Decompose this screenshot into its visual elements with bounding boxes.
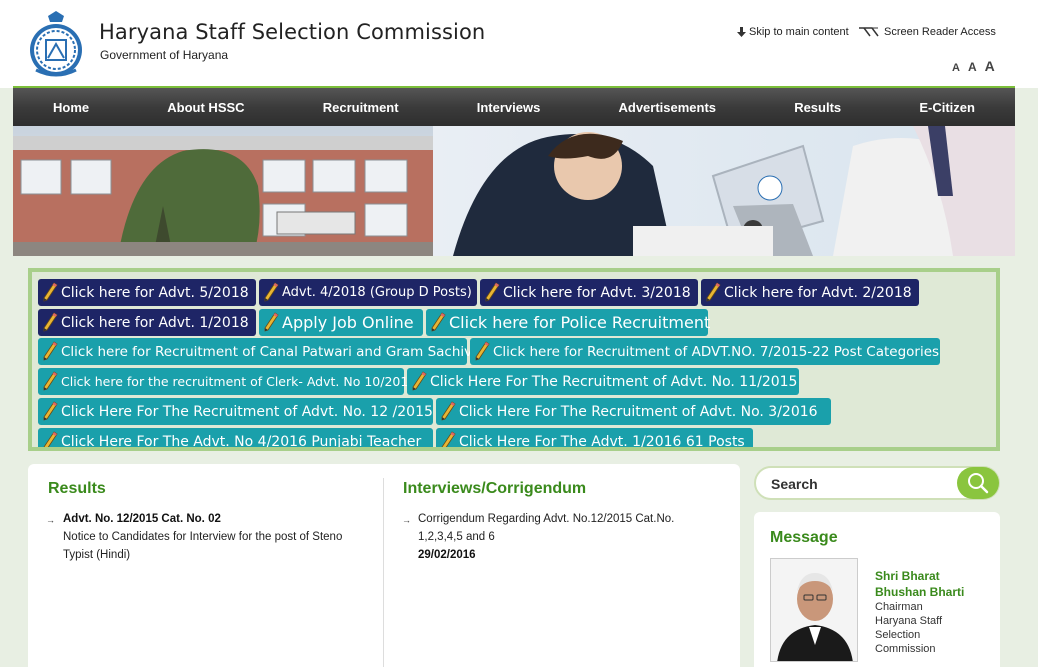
interviews-heading: Interviews/Corrigendum [403, 480, 587, 497]
skip-to-main-link[interactable]: Skip to main content [737, 26, 849, 38]
advt-7-2015-label: Click here for Recruitment of ADVT.NO. 7… [493, 343, 940, 360]
advt-5-2018-label: Click here for Advt. 5/2018 [61, 284, 249, 301]
nav-item-advertisements[interactable]: Advertisements [618, 100, 716, 115]
pencil-icon [43, 311, 58, 332]
search-placeholder: Search [771, 476, 818, 492]
advt-1-2016-link[interactable]: Click Here For The Advt. 1/2016 61 Posts [436, 428, 753, 450]
pencil-icon [441, 430, 456, 447]
site-subtitle: Government of Haryana [100, 48, 229, 62]
advt-11-2015-link[interactable]: Click Here For The Recruitment of Advt. … [407, 368, 799, 395]
site-header: Haryana Staff Selection Commission Gover… [0, 0, 1038, 88]
chairman-name-line2: Bhushan Bharti [875, 585, 965, 599]
police-recruitment-link[interactable]: Click here for Police Recruitment [426, 309, 711, 336]
advt-2-2018-label: Click here for Advt. 2/2018 [724, 284, 912, 301]
pencil-icon [431, 311, 446, 332]
skip-link-label: Skip to main content [749, 26, 849, 38]
arrow-down-icon [737, 27, 746, 37]
message-heading: Message [770, 529, 838, 546]
pencil-icon [43, 281, 58, 302]
pencil-icon [43, 370, 58, 391]
clerk-advt-10-2015-link[interactable]: Click here for the recruitment of Clerk-… [38, 368, 416, 395]
chairman-role-line: Selection [875, 629, 921, 641]
advt-3-2018-label: Click here for Advt. 3/2018 [503, 284, 691, 301]
message-panel: Message Shri Bharat Bhushan Bharti Chair… [754, 512, 1000, 667]
font-size-controls: A A A [952, 58, 995, 74]
search-input[interactable]: Search [754, 466, 1000, 500]
advt-3-2016-link[interactable]: Click Here For The Recruitment of Advt. … [436, 398, 831, 425]
advt-5-2018-link[interactable]: Click here for Advt. 5/2018 [38, 279, 256, 306]
main-nav: Home About HSSC Recruitment Interviews A… [13, 88, 1015, 126]
nav-item-home[interactable]: Home [53, 100, 89, 115]
chairman-role: Chairman Haryana Staff Selection Commiss… [875, 600, 985, 656]
police-recruitment-label: Click here for Police Recruitment [449, 313, 711, 332]
advt-12-2015-link[interactable]: Click Here For The Recruitment of Advt. … [38, 398, 433, 425]
advt-1-2018-label: Click here for Advt. 1/2018 [61, 314, 249, 331]
advt-7-2015-link[interactable]: Click here for Recruitment of ADVT.NO. 7… [470, 338, 940, 365]
advt-1-2016-label: Click Here For The Advt. 1/2016 61 Posts [459, 433, 745, 450]
interviews-item-line1: Corrigendum Regarding Advt. No.12/2015 C… [418, 513, 675, 525]
screen-reader-link[interactable]: Screen Reader Access [858, 26, 996, 38]
font-size-large-button[interactable]: A [985, 58, 995, 74]
chairman-role-line: Chairman [875, 601, 923, 613]
arrow-right-icon: → [402, 515, 411, 525]
results-heading: Results [48, 480, 106, 497]
advt-2-2018-link[interactable]: Click here for Advt. 2/2018 [701, 279, 919, 306]
search-button[interactable] [957, 467, 999, 499]
advt-3-2018-link[interactable]: Click here for Advt. 3/2018 [480, 279, 698, 306]
nav-item-about-hssc[interactable]: About HSSC [167, 100, 244, 115]
screen-reader-label: Screen Reader Access [884, 26, 996, 38]
advt-4-2016-label: Click Here For The Advt. No 4/2016 Punja… [61, 433, 422, 450]
pencil-icon [475, 340, 490, 361]
results-item-title: Advt. No. 12/2015 Cat. No. 02 [63, 513, 221, 525]
advt-12-2015-label: Click Here For The Recruitment of Advt. … [61, 403, 433, 420]
advt-1-2018-link[interactable]: Click here for Advt. 1/2018 [38, 309, 256, 336]
apply-job-online-link[interactable]: Apply Job Online [259, 309, 423, 336]
pencil-icon [43, 430, 58, 447]
nav-item-e-citizen[interactable]: E-Citizen [919, 100, 975, 115]
results-item-line1: Notice to Candidates for Interview for t… [63, 531, 343, 543]
pencil-icon [43, 340, 58, 361]
font-size-medium-button[interactable]: A [968, 60, 977, 74]
nav-item-results[interactable]: Results [794, 100, 841, 115]
pencil-icon [264, 311, 279, 332]
results-item-line2: Typist (Hindi) [63, 549, 131, 561]
chairman-portrait-icon [771, 559, 857, 661]
interviews-item[interactable]: Corrigendum Regarding Advt. No.12/2015 C… [418, 510, 718, 564]
chairman-role-line: Haryana Staff [875, 615, 943, 627]
canal-patwari-link[interactable]: Click here for Recruitment of Canal Patw… [38, 338, 472, 365]
font-size-small-button[interactable]: A [952, 62, 960, 74]
nav-item-recruitment[interactable]: Recruitment [323, 100, 399, 115]
advt-4-2018-link[interactable]: Advt. 4/2018 (Group D Posts) [259, 279, 477, 306]
pencil-icon [43, 400, 58, 421]
pencil-icon [706, 281, 721, 302]
canal-patwari-label: Click here for Recruitment of Canal Patw… [61, 343, 473, 360]
chairman-role-line: Commission [875, 643, 936, 655]
pencil-icon [485, 281, 500, 302]
apply-job-online-label: Apply Job Online [282, 313, 414, 332]
advt-11-2015-label: Click Here For The Recruitment of Advt. … [430, 373, 798, 390]
interviews-item-line2: 1,2,3,4,5 and 6 [418, 531, 495, 543]
recruitment-links-ticker: Click here for Advt. 5/2018 Advt. 4/2018… [28, 268, 1000, 451]
panel-divider [383, 478, 384, 667]
interviews-item-date: 29/02/2016 [418, 549, 476, 561]
chairman-photo [770, 558, 858, 662]
pencil-icon [264, 281, 279, 302]
pencil-icon [412, 370, 427, 391]
chairman-name[interactable]: Shri Bharat Bhushan Bharti [875, 568, 985, 600]
advt-3-2016-label: Click Here For The Recruitment of Advt. … [459, 403, 818, 420]
clerk-advt-10-2015-label: Click here for the recruitment of Clerk-… [61, 374, 417, 389]
haryana-emblem-icon[interactable] [26, 10, 86, 80]
results-interviews-panel: Results → Advt. No. 12/2015 Cat. No. 02 … [28, 464, 740, 667]
results-item[interactable]: Advt. No. 12/2015 Cat. No. 02 Notice to … [63, 510, 363, 564]
advt-4-2018-label: Advt. 4/2018 (Group D Posts) [282, 285, 472, 300]
office-banner-image [13, 126, 1015, 256]
search-icon [968, 473, 989, 494]
arrow-right-icon: → [46, 515, 55, 525]
site-title: Haryana Staff Selection Commission [99, 20, 486, 44]
pencil-icon [441, 400, 456, 421]
chairman-name-line1: Shri Bharat [875, 569, 940, 583]
nav-item-interviews[interactable]: Interviews [477, 100, 541, 115]
advt-4-2016-link[interactable]: Click Here For The Advt. No 4/2016 Punja… [38, 428, 433, 450]
screen-reader-icon [859, 27, 879, 37]
